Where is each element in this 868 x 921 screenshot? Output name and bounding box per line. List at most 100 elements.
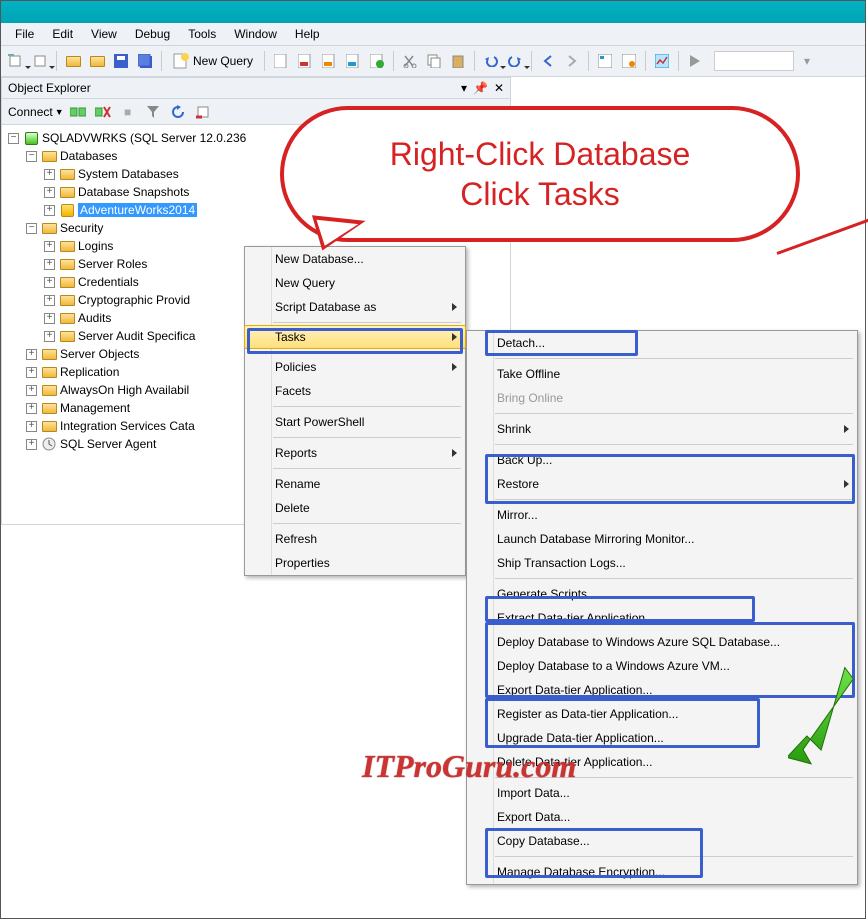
cut-icon[interactable] [399, 50, 421, 72]
menu-debug[interactable]: Debug [127, 25, 178, 43]
collapse-icon[interactable]: − [26, 151, 37, 162]
expand-icon[interactable]: + [26, 367, 37, 378]
tb-4-icon[interactable] [342, 50, 364, 72]
tree-audits[interactable]: Audits [78, 311, 111, 325]
ctx-facets[interactable]: Facets [245, 379, 465, 403]
ctx-policies[interactable]: Policies [245, 355, 465, 379]
expand-icon[interactable]: + [44, 331, 55, 342]
ctx-properties[interactable]: Properties [245, 551, 465, 575]
refresh-icon[interactable] [170, 105, 186, 119]
collapse-icon[interactable]: − [8, 133, 19, 144]
connect-button[interactable]: Connect▼ [8, 105, 64, 119]
tree-snap[interactable]: Database Snapshots [78, 185, 189, 199]
expand-icon[interactable]: + [44, 295, 55, 306]
nav-fwd-icon[interactable] [561, 50, 583, 72]
tree-logins[interactable]: Logins [78, 239, 113, 253]
tree-creds[interactable]: Credentials [78, 275, 139, 289]
task-restore[interactable]: Restore [467, 472, 857, 496]
tree-security[interactable]: Security [60, 221, 103, 235]
task-generate-scripts[interactable]: Generate Scripts... [467, 582, 857, 606]
ctx-delete[interactable]: Delete [245, 496, 465, 520]
menu-window[interactable]: Window [226, 25, 285, 43]
task-ship-logs[interactable]: Ship Transaction Logs... [467, 551, 857, 575]
tb-5-icon[interactable] [366, 50, 388, 72]
activity-icon[interactable] [651, 50, 673, 72]
add-icon[interactable] [29, 50, 51, 72]
expand-icon[interactable]: + [44, 187, 55, 198]
filter-icon[interactable] [145, 105, 161, 119]
undo-icon[interactable] [480, 50, 502, 72]
task-export-data[interactable]: Export Data... [467, 805, 857, 829]
copy-icon[interactable] [423, 50, 445, 72]
task-deploy-azure-sql[interactable]: Deploy Database to Windows Azure SQL Dat… [467, 630, 857, 654]
tree-isc[interactable]: Integration Services Cata [60, 419, 195, 433]
menu-file[interactable]: File [7, 25, 42, 43]
expand-icon[interactable]: + [44, 277, 55, 288]
paste-icon[interactable] [447, 50, 469, 72]
save-all-icon[interactable] [134, 50, 156, 72]
dropdown-icon[interactable]: ▾ [796, 50, 818, 72]
task-manage-encryption[interactable]: Manage Database Encryption... [467, 860, 857, 884]
expand-icon[interactable]: + [26, 403, 37, 414]
close-icon[interactable]: ✕ [494, 81, 504, 95]
expand-icon[interactable]: + [26, 439, 37, 450]
tree-srvobj[interactable]: Server Objects [60, 347, 139, 361]
new-query-button[interactable]: New Query [167, 53, 259, 69]
ctx-tasks[interactable]: Tasks [244, 325, 466, 349]
tb-registered-icon[interactable] [618, 50, 640, 72]
task-take-offline[interactable]: Take Offline [467, 362, 857, 386]
ctx-refresh[interactable]: Refresh [245, 527, 465, 551]
connect-icon[interactable] [70, 105, 86, 119]
expand-icon[interactable]: + [44, 205, 55, 216]
redo-icon[interactable] [504, 50, 526, 72]
ctx-reports[interactable]: Reports [245, 441, 465, 465]
ctx-powershell[interactable]: Start PowerShell [245, 410, 465, 434]
expand-icon[interactable]: + [44, 259, 55, 270]
tree-crypto[interactable]: Cryptographic Provid [78, 293, 190, 307]
tb-db-icon[interactable] [195, 105, 211, 119]
new-project-icon[interactable] [5, 50, 27, 72]
expand-icon[interactable]: + [26, 349, 37, 360]
save-icon[interactable] [110, 50, 132, 72]
task-launch-mirror-monitor[interactable]: Launch Database Mirroring Monitor... [467, 527, 857, 551]
dropdown-icon[interactable]: ▾ [461, 81, 467, 95]
nav-back-icon[interactable] [537, 50, 559, 72]
ctx-rename[interactable]: Rename [245, 472, 465, 496]
config-dropdown[interactable] [714, 51, 794, 71]
ctx-script-database[interactable]: Script Database as [245, 295, 465, 319]
expand-icon[interactable]: + [26, 421, 37, 432]
menu-tools[interactable]: Tools [180, 25, 224, 43]
task-detach[interactable]: Detach... [467, 331, 857, 355]
tree-adventureworks[interactable]: AdventureWorks2014 [78, 203, 197, 217]
tree-alwayson[interactable]: AlwaysOn High Availabil [60, 383, 189, 397]
tree-agent[interactable]: SQL Server Agent [60, 437, 156, 451]
tree-serverroles[interactable]: Server Roles [78, 257, 147, 271]
menu-view[interactable]: View [83, 25, 125, 43]
tree-sysdb[interactable]: System Databases [78, 167, 179, 181]
expand-icon[interactable]: + [26, 385, 37, 396]
task-copy-database[interactable]: Copy Database... [467, 829, 857, 853]
pin-icon[interactable]: 📌 [473, 81, 488, 95]
tree-repl[interactable]: Replication [60, 365, 119, 379]
collapse-icon[interactable]: − [26, 223, 37, 234]
disconnect-icon[interactable] [95, 105, 111, 119]
expand-icon[interactable]: + [44, 169, 55, 180]
menu-help[interactable]: Help [287, 25, 328, 43]
expand-icon[interactable]: + [44, 313, 55, 324]
tree-mgmt[interactable]: Management [60, 401, 130, 415]
task-shrink[interactable]: Shrink [467, 417, 857, 441]
task-mirror[interactable]: Mirror... [467, 503, 857, 527]
tb-1-icon[interactable] [270, 50, 292, 72]
tree-server[interactable]: SQLADVWRKS (SQL Server 12.0.236 [42, 131, 246, 145]
tree-databases[interactable]: Databases [60, 149, 117, 163]
open-folder-icon[interactable] [86, 50, 108, 72]
play-icon[interactable] [684, 50, 706, 72]
task-backup[interactable]: Back Up... [467, 448, 857, 472]
task-extract-dtap[interactable]: Extract Data-tier Application... [467, 606, 857, 630]
ctx-new-query[interactable]: New Query [245, 271, 465, 295]
tb-2-icon[interactable] [294, 50, 316, 72]
stop-icon[interactable]: ■ [120, 105, 136, 119]
open-icon[interactable] [62, 50, 84, 72]
tb-3-icon[interactable] [318, 50, 340, 72]
expand-icon[interactable]: + [44, 241, 55, 252]
